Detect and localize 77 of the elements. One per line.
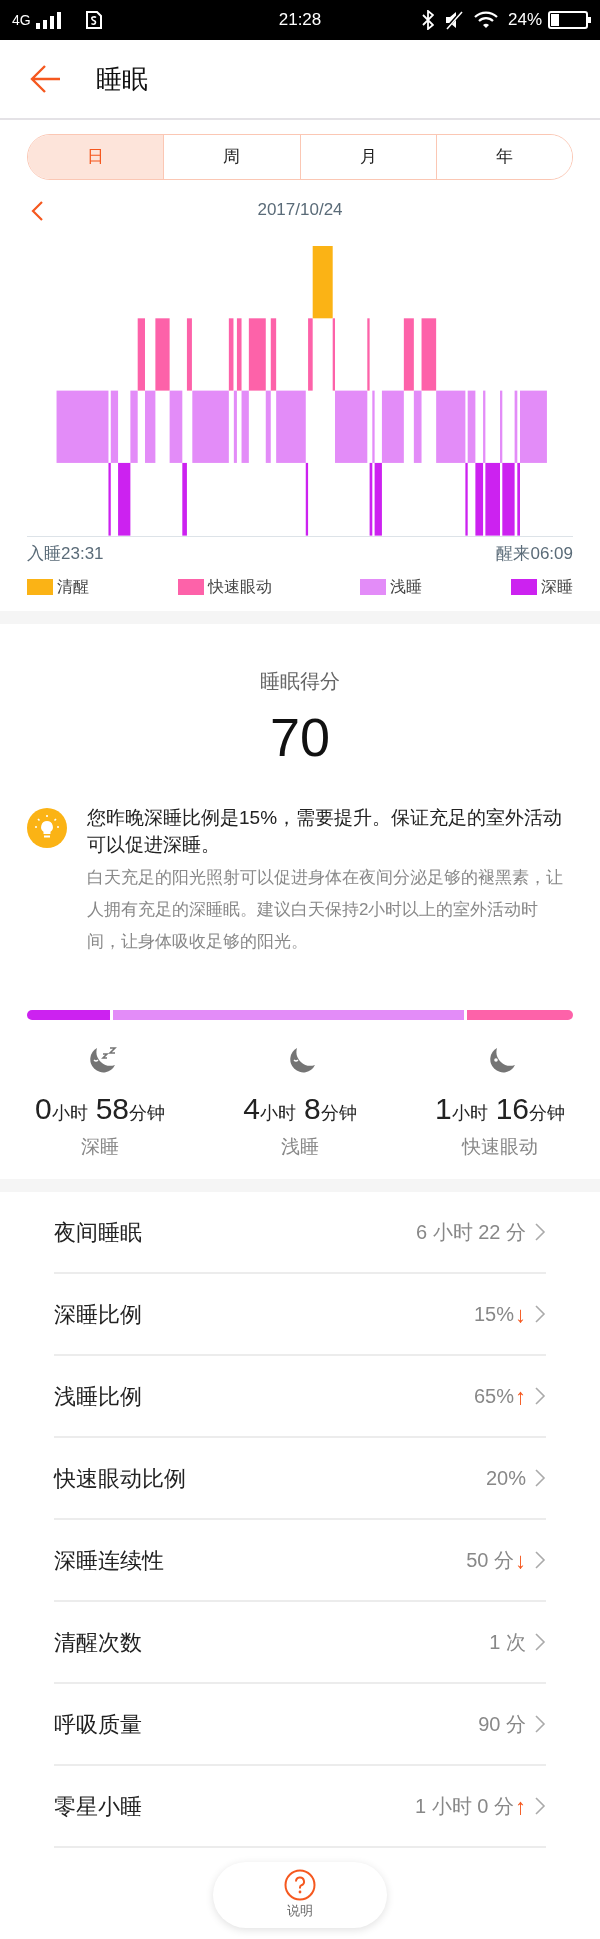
minutes-value: 16 [495, 1090, 530, 1127]
network-label: 4G [12, 10, 31, 30]
minutes-value: 8 [304, 1090, 321, 1127]
metric-value: 50 分 [466, 1548, 514, 1573]
chevron-right-icon [534, 1632, 546, 1652]
metric-label: 夜间睡眠 [54, 1218, 143, 1247]
legend-label: 浅睡 [390, 576, 423, 597]
metric-value: 1 次 [489, 1630, 526, 1655]
hours-value: 0 [34, 1090, 52, 1127]
chevron-right-icon [534, 1304, 546, 1324]
metric-label: 快速眼动比例 [54, 1464, 187, 1493]
metric-row[interactable]: 零星小睡 1 小时 0 分↑ [54, 1766, 546, 1848]
legend-label: 深睡 [540, 576, 573, 597]
page-title: 睡眠 [96, 62, 148, 96]
metric-value: 20% [485, 1466, 526, 1491]
minutes-unit: 分钟 [320, 1102, 357, 1125]
metric-value: 90 分 [478, 1712, 526, 1737]
period-tab[interactable]: 年 [435, 135, 572, 179]
minutes-unit: 分钟 [529, 1102, 566, 1125]
minutes-value: 58 [95, 1090, 130, 1127]
metric-row[interactable]: 夜间睡眠 6 小时 22 分 [54, 1192, 546, 1274]
date-label: 2017/10/24 [257, 199, 343, 222]
metric-row[interactable]: 深睡比例 15%↓ [54, 1274, 546, 1356]
metric-label: 呼吸质量 [54, 1710, 143, 1739]
stage-label: 浅睡 [281, 1134, 319, 1159]
help-icon [284, 1869, 316, 1902]
bluetooth-icon [421, 10, 434, 30]
metric-row[interactable]: 呼吸质量 90 分 [54, 1684, 546, 1766]
hours-unit: 小时 [451, 1102, 488, 1125]
trend-arrow: ↑ [515, 1382, 526, 1411]
hours-unit: 小时 [51, 1102, 88, 1125]
minutes-unit: 分钟 [129, 1102, 166, 1125]
chevron-right-icon [534, 1386, 546, 1406]
clock-time: 21:28 [277, 9, 323, 32]
sleep-start-time: 入睡23:31 [27, 543, 104, 565]
hours-value: 1 [434, 1090, 452, 1127]
trend-arrow: ↓ [515, 1300, 526, 1329]
score-value: 70 [268, 709, 332, 764]
metric-row[interactable]: 快速眼动比例 20% [54, 1438, 546, 1520]
metric-value: 65% [473, 1384, 514, 1409]
battery-percentage: 24% [507, 9, 542, 32]
lightbulb-icon [27, 807, 67, 848]
chevron-right-icon [534, 1714, 546, 1734]
metric-row[interactable]: 清醒次数 1 次 [54, 1602, 546, 1684]
mute-icon [443, 10, 464, 30]
trend-arrow: ↑ [515, 1792, 526, 1821]
metric-label: 零星小睡 [54, 1792, 143, 1821]
chevron-right-icon [534, 1222, 546, 1242]
trend-arrow: ↓ [515, 1546, 526, 1575]
hours-unit: 小时 [260, 1102, 296, 1125]
previous-day-icon[interactable] [30, 200, 44, 222]
metric-label: 深睡连续性 [54, 1546, 165, 1575]
metric-label: 清醒次数 [54, 1628, 143, 1657]
tip-body: 白天充足的阳光照射可以促进身体在夜间分泌足够的褪黑素，让人拥有充足的深睡眠。建议白天保持2小时以上的室外活动时间，让身体吸收足够的阳光。 [87, 866, 563, 953]
metric-value: 6 小时 22 分 [415, 1220, 526, 1245]
help-button[interactable]: 说明 [213, 1862, 387, 1928]
metric-row[interactable]: 深睡连续性 50 分↓ [54, 1520, 546, 1602]
chevron-right-icon [534, 1468, 546, 1488]
metric-value: 15% [473, 1302, 514, 1327]
wifi-icon [473, 11, 498, 29]
sim-card-icon [84, 10, 103, 30]
metric-value: 1 小时 0 分 [415, 1794, 514, 1819]
legend-label: 清醒 [57, 576, 89, 597]
metric-label: 浅睡比例 [54, 1382, 143, 1411]
stage-label: 快速眼动 [462, 1134, 538, 1159]
legend-label: 快速眼动 [207, 576, 272, 597]
hours-value: 4 [243, 1090, 260, 1127]
metric-label: 深睡比例 [54, 1300, 143, 1329]
stage-label: 深睡 [81, 1134, 119, 1159]
metric-row[interactable]: 浅睡比例 65%↑ [54, 1356, 546, 1438]
tip-headline: 您昨晚深睡比例是15%，需要提升。保证充足的室外活动可以促进深睡。 [87, 805, 563, 857]
chevron-right-icon [534, 1550, 546, 1570]
score-title: 睡眠得分 [259, 668, 341, 694]
chevron-right-icon [534, 1796, 546, 1816]
back-arrow-icon[interactable] [30, 63, 62, 95]
wake-time: 醒来06:09 [496, 543, 573, 565]
battery-icon [548, 11, 588, 29]
